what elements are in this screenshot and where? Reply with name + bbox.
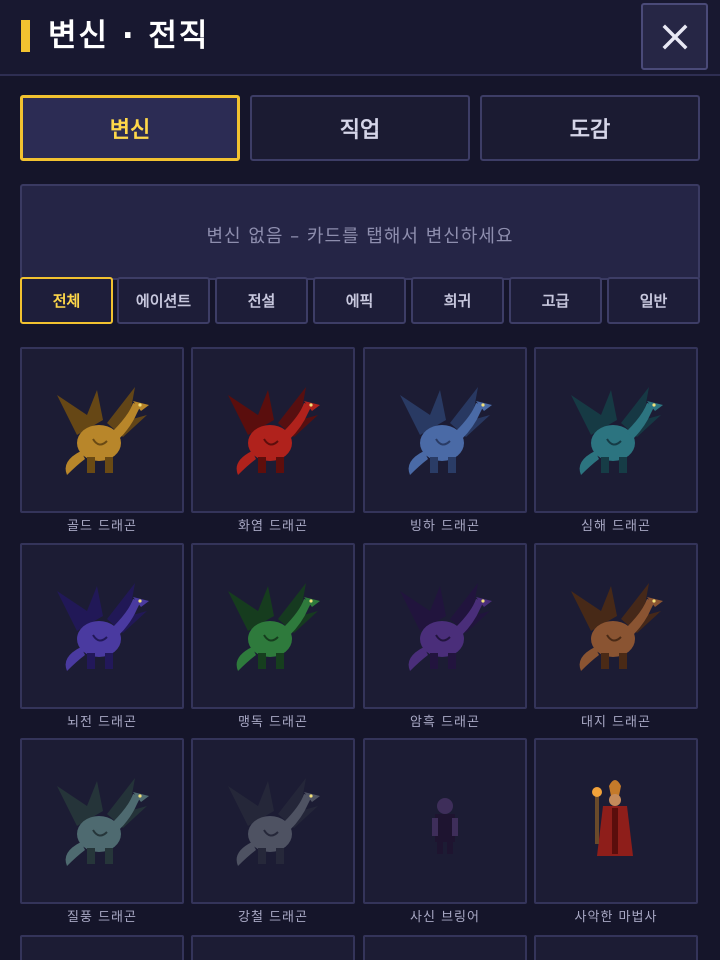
status-text: 변신 없음 – 카드를 탭해서 변신하세요 [206, 226, 514, 247]
close-icon [662, 24, 687, 49]
glacier-dragon-icon [400, 387, 492, 475]
filter-epic[interactable]: 에픽 [313, 277, 406, 324]
card-stub[interactable] [191, 935, 355, 960]
venom-dragon-icon [228, 583, 320, 671]
filter-advanced[interactable]: 고급 [509, 277, 602, 324]
gale-dragon-icon [57, 778, 149, 866]
transform-card[interactable] [191, 347, 355, 513]
transform-card[interactable] [363, 347, 527, 513]
filter-rare[interactable]: 희귀 [411, 277, 504, 324]
transform-card[interactable] [534, 738, 698, 904]
filter-all[interactable]: 전체 [20, 277, 113, 324]
tab-transform[interactable]: 변신 [20, 95, 240, 161]
transform-status-panel: 변신 없음 – 카드를 탭해서 변신하세요 [20, 184, 700, 280]
filter-legendary[interactable]: 전설 [215, 277, 308, 324]
card-label: 사신 브링어 [410, 910, 480, 925]
filter-normal[interactable]: 일반 [607, 277, 700, 324]
card-label: 맹독 드래곤 [238, 715, 308, 730]
filter-ancient[interactable]: 에이션트 [117, 277, 210, 324]
card-label: 뇌전 드래곤 [67, 715, 137, 730]
reaper-bringer-icon [432, 798, 458, 854]
page-title: 변신 · 전직 [48, 18, 210, 54]
card-stub[interactable] [363, 935, 527, 960]
tab-class[interactable]: 직업 [250, 95, 470, 161]
deepsea-dragon-icon [571, 387, 663, 475]
card-stub[interactable] [20, 935, 184, 960]
thunder-dragon-icon [57, 583, 149, 671]
card-label: 암흑 드래곤 [410, 715, 480, 730]
steel-dragon-icon [228, 778, 320, 866]
transform-card[interactable] [20, 347, 184, 513]
card-label: 빙하 드래곤 [410, 519, 480, 534]
flame-dragon-icon [228, 387, 320, 475]
card-label: 심해 드래곤 [581, 519, 651, 534]
transform-card[interactable] [191, 738, 355, 904]
card-label: 질풍 드래곤 [67, 910, 137, 925]
gold-dragon-icon [57, 387, 149, 475]
darkness-dragon-icon [400, 583, 492, 671]
card-label: 강철 드래곤 [238, 910, 308, 925]
card-label: 대지 드래곤 [581, 715, 651, 730]
close-button[interactable] [641, 3, 708, 70]
card-stub[interactable] [534, 935, 698, 960]
transform-card[interactable] [20, 543, 184, 709]
transform-card[interactable] [20, 738, 184, 904]
transform-card[interactable] [363, 738, 527, 904]
wicked-wizard-icon [592, 780, 633, 856]
transform-card[interactable] [191, 543, 355, 709]
card-label: 사악한 마법사 [574, 910, 658, 925]
transform-card[interactable] [534, 543, 698, 709]
title-accent-bar [21, 20, 30, 52]
tab-collection[interactable]: 도감 [480, 95, 700, 161]
transform-card[interactable] [534, 347, 698, 513]
card-label: 골드 드래곤 [67, 519, 137, 534]
card-label: 화염 드래곤 [238, 519, 308, 534]
transform-card[interactable] [363, 543, 527, 709]
header: 변신 · 전직 [0, 0, 720, 76]
earth-dragon-icon [571, 583, 663, 671]
